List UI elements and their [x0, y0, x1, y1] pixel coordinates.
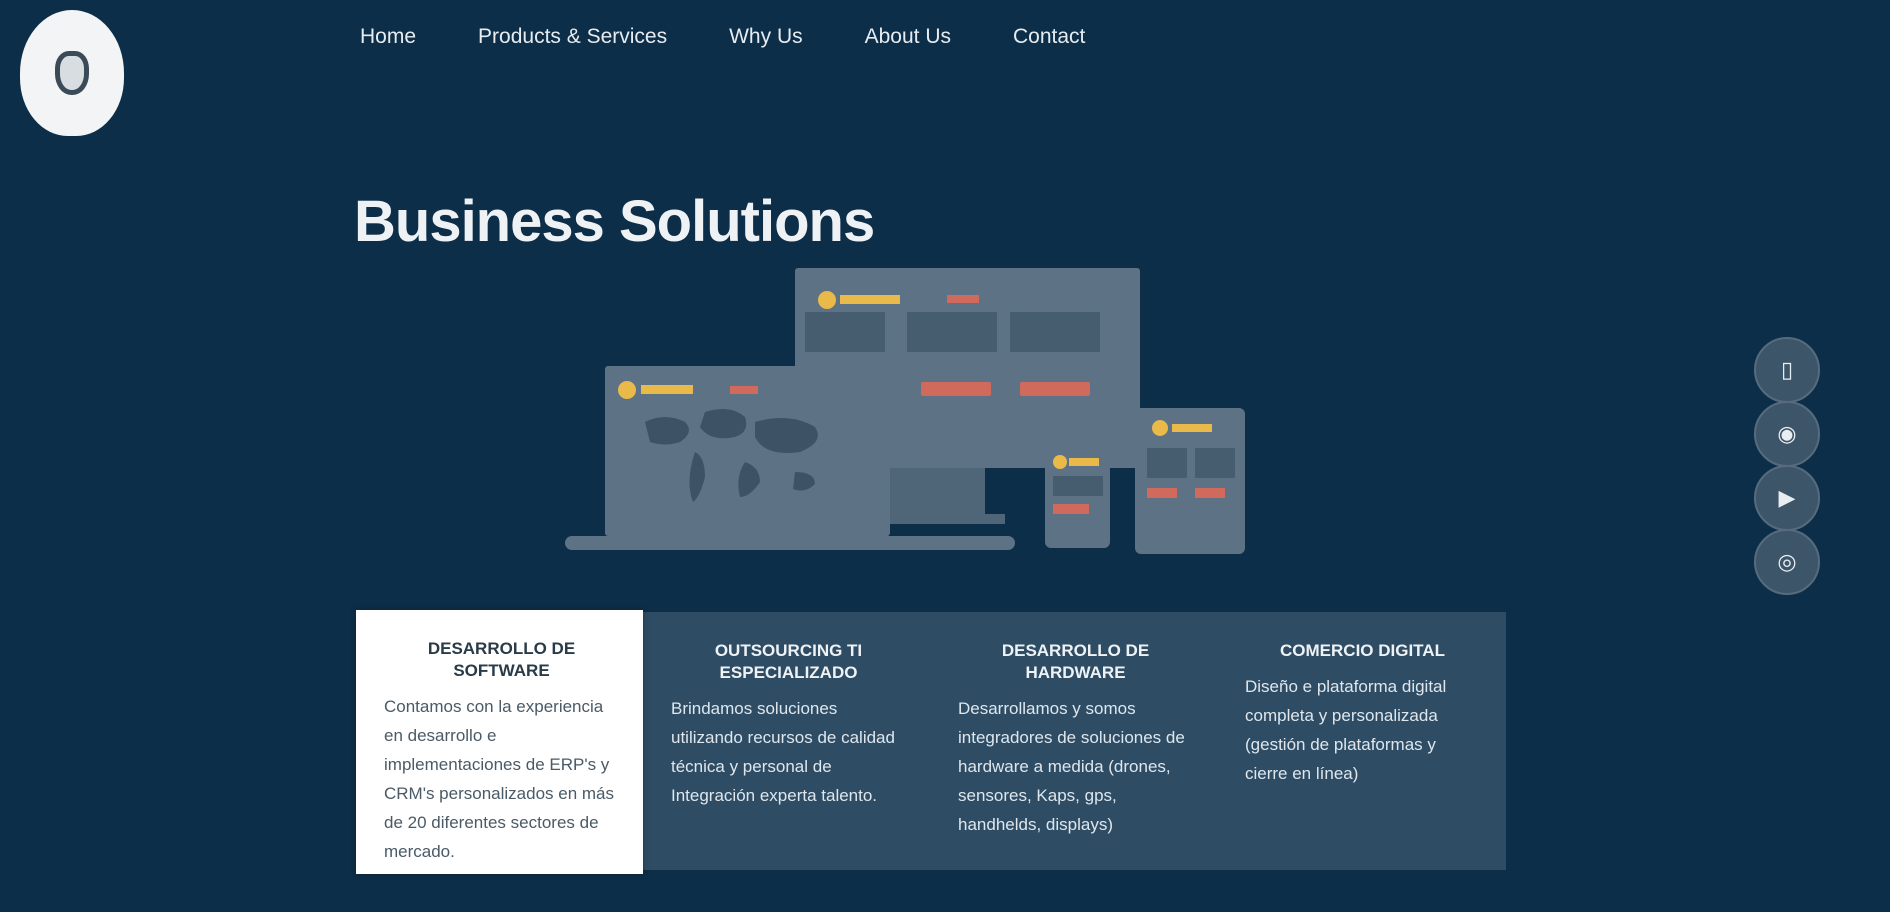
nav-contact[interactable]: Contact [1013, 22, 1085, 52]
services-cards: DESARROLLO DE SOFTWARE Contamos con la e… [356, 610, 1506, 874]
globe-icon[interactable]: ◎ [1754, 529, 1820, 595]
tablet-illustration [1135, 408, 1245, 554]
card-text: Desarrollamos y somos integradores de so… [958, 699, 1185, 834]
card-hardware-development[interactable]: DESARROLLO DE HARDWARE Desarrollamos y s… [930, 612, 1217, 870]
logo[interactable] [20, 10, 124, 136]
camera-icon[interactable]: ◉ [1754, 401, 1820, 467]
card-digital-commerce[interactable]: COMERCIO DIGITAL Diseño e plataforma dig… [1217, 612, 1504, 870]
card-text: Contamos con la experiencia en desarroll… [384, 697, 615, 861]
nav-products-services[interactable]: Products & Services [478, 22, 667, 52]
nav-home[interactable]: Home [360, 22, 416, 52]
logo-emblem-icon [55, 51, 89, 95]
video-icon[interactable]: ▶ [1754, 465, 1820, 531]
page-title: Business Solutions [354, 189, 875, 254]
card-software-development[interactable]: DESARROLLO DE SOFTWARE Contamos con la e… [356, 610, 643, 874]
nav-why-us[interactable]: Why Us [729, 22, 803, 52]
card-title: OUTSOURCING TI ESPECIALIZADO [714, 641, 863, 682]
card-it-outsourcing[interactable]: OUTSOURCING TI ESPECIALIZADO Brindamos s… [643, 612, 930, 870]
devices-illustration [565, 268, 1245, 554]
card-title: DESARROLLO DE SOFTWARE [427, 639, 576, 680]
social-sidebar: ▯ ◉ ▶ ◎ [1754, 337, 1820, 595]
phone-illustration [1045, 438, 1110, 548]
card-title: DESARROLLO DE HARDWARE [1001, 641, 1150, 682]
mobile-icon[interactable]: ▯ [1754, 337, 1820, 403]
card-text: Brindamos soluciones utilizando recursos… [671, 699, 895, 805]
main-nav: Home Products & Services Why Us About Us… [360, 22, 1147, 52]
card-text: Diseño e plataforma digital completa y p… [1245, 677, 1447, 783]
nav-about-us[interactable]: About Us [865, 22, 951, 52]
page: Home Products & Services Why Us About Us… [0, 0, 1890, 912]
card-title: COMERCIO DIGITAL [1280, 641, 1445, 660]
